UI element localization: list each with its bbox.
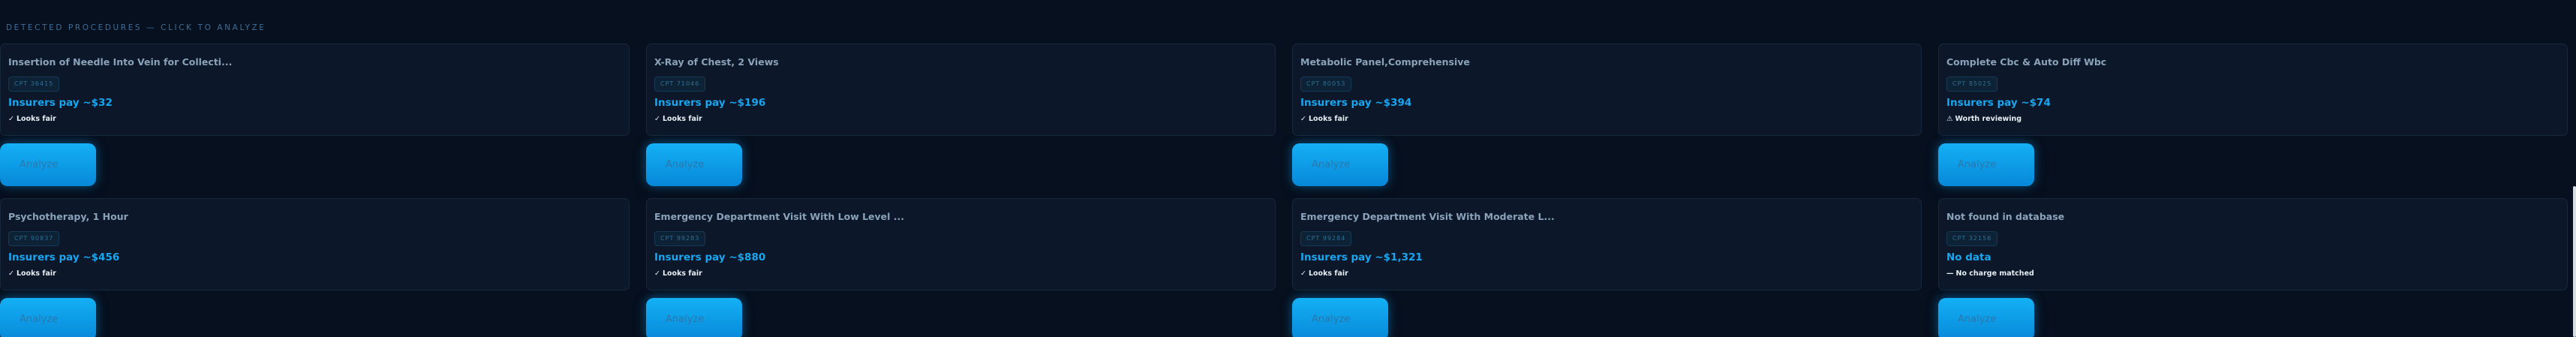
procedure-title: Metabolic Panel,Comprehensive [1300,56,1470,68]
procedure-title: Complete Cbc & Auto Diff Wbc [1946,56,2107,68]
verdict-text: Worth reviewing [1955,115,2022,123]
cpt-badge: CPT 80053 [1300,77,1352,92]
verdict: ✓ Looks fair [8,269,56,278]
analyze-button[interactable]: Analyze [646,143,742,186]
procedure-card[interactable]: Emergency Department Visit With Low Leve… [646,198,1276,290]
analyze-button[interactable]: Analyze [1938,298,2034,337]
procedure-grid: Insertion of Needle Into Vein for Collec… [0,44,2568,337]
check-icon: ✓ [654,115,660,123]
procedure-item: Emergency Department Visit With Moderate… [1292,198,1922,337]
analyze-button[interactable]: Analyze [1292,143,1388,186]
verdict-text: Looks fair [662,269,702,278]
cpt-badge: CPT 99283 [654,231,706,246]
procedure-item: Psychotherapy, 1 Hour CPT 90837 Insurers… [0,198,630,337]
procedure-title: Not found in database [1946,211,2065,222]
procedure-item: Complete Cbc & Auto Diff Wbc CPT 85025 I… [1938,44,2568,198]
check-icon: ✓ [8,115,14,123]
analyze-button[interactable]: Analyze [1938,143,2034,186]
insurer-price: Insurers pay ~$74 [1946,97,2051,109]
check-icon: ✓ [1300,115,1306,123]
check-icon: ✓ [654,269,660,278]
cpt-badge: CPT 32156 [1946,231,1998,246]
analyze-button[interactable]: Analyze [646,298,742,337]
check-icon: ✓ [8,269,14,278]
procedure-card[interactable]: X-Ray of Chest, 2 Views CPT 71046 Insure… [646,44,1276,136]
procedure-card[interactable]: Psychotherapy, 1 Hour CPT 90837 Insurers… [0,198,630,290]
insurer-price: Insurers pay ~$456 [8,251,120,263]
procedure-title: Emergency Department Visit With Moderate… [1300,211,1555,222]
verdict-text: Looks fair [662,115,702,123]
insurer-price: Insurers pay ~$1,321 [1300,251,1423,263]
cpt-badge: CPT 71046 [654,77,706,92]
analyze-button[interactable]: Analyze [0,143,96,186]
cpt-badge: CPT 99284 [1300,231,1352,246]
verdict: ✓ Looks fair [8,115,56,123]
verdict-text: Looks fair [16,115,56,123]
insurer-price: Insurers pay ~$880 [654,251,766,263]
procedure-item: X-Ray of Chest, 2 Views CPT 71046 Insure… [646,44,1276,198]
verdict: ✓ Looks fair [1300,115,1348,123]
procedure-card[interactable]: Emergency Department Visit With Moderate… [1292,198,1922,290]
cpt-badge: CPT 36415 [8,77,60,92]
dash-icon: — [1946,269,1954,278]
insurer-price: Insurers pay ~$196 [654,97,766,109]
procedure-card[interactable]: Insertion of Needle Into Vein for Collec… [0,44,630,136]
verdict: ✓ Looks fair [654,269,702,278]
cpt-badge: CPT 85025 [1946,77,1998,92]
analyze-button[interactable]: Analyze [0,298,96,337]
verdict: — No charge matched [1946,269,2034,278]
verdict: ⚠ Worth reviewing [1946,115,2021,123]
verdict-text: Looks fair [1308,115,1348,123]
scrollbar[interactable] [2573,186,2576,337]
procedure-item: Insertion of Needle Into Vein for Collec… [0,44,630,198]
procedure-card[interactable]: Complete Cbc & Auto Diff Wbc CPT 85025 I… [1938,44,2568,136]
procedure-title: Insertion of Needle Into Vein for Collec… [8,56,233,68]
procedure-card[interactable]: Metabolic Panel,Comprehensive CPT 80053 … [1292,44,1922,136]
verdict-text: Looks fair [16,269,56,278]
check-icon: ✓ [1300,269,1306,278]
insurer-price: Insurers pay ~$32 [8,97,113,109]
verdict-text: No charge matched [1955,269,2034,278]
warning-icon: ⚠ [1946,115,1953,123]
procedure-title: Emergency Department Visit With Low Leve… [654,211,905,222]
procedure-item: Emergency Department Visit With Low Leve… [646,198,1276,337]
verdict: ✓ Looks fair [1300,269,1348,278]
procedure-item: Metabolic Panel,Comprehensive CPT 80053 … [1292,44,1922,198]
insurer-price: Insurers pay ~$394 [1300,97,1412,109]
procedure-item: Not found in database CPT 32156 No data … [1938,198,2568,337]
analyze-button[interactable]: Analyze [1292,298,1388,337]
section-label: DETECTED PROCEDURES — CLICK TO ANALYZE [6,23,266,32]
verdict-text: Looks fair [1308,269,1348,278]
procedure-card[interactable]: Not found in database CPT 32156 No data … [1938,198,2568,290]
insurer-price: No data [1946,251,1991,263]
cpt-badge: CPT 90837 [8,231,60,246]
procedures-panel: DETECTED PROCEDURES — CLICK TO ANALYZE I… [0,0,2576,337]
verdict: ✓ Looks fair [654,115,702,123]
procedure-title: X-Ray of Chest, 2 Views [654,56,779,68]
procedure-title: Psychotherapy, 1 Hour [8,211,128,222]
